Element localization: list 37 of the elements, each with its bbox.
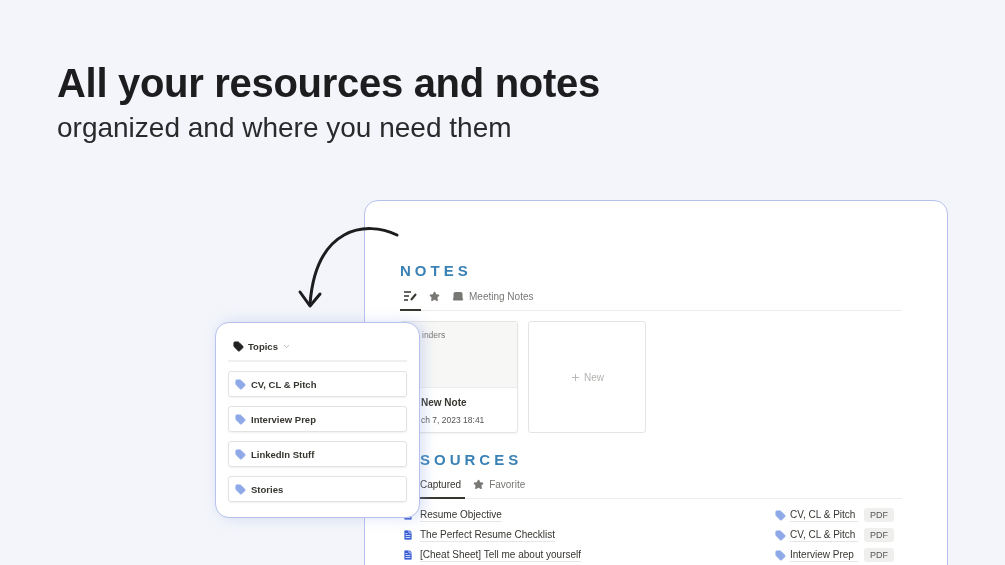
tag-icon bbox=[775, 529, 786, 541]
tag-icon bbox=[235, 448, 246, 460]
popover-title: Topics bbox=[248, 341, 278, 352]
tag-icon bbox=[233, 341, 244, 352]
headline: All your resources and notes bbox=[57, 60, 601, 107]
resource-title[interactable]: [Cheat Sheet] Tell me about yourself bbox=[420, 548, 582, 562]
plus-icon bbox=[570, 371, 581, 383]
resource-title[interactable]: The Perfect Resume Checklist bbox=[420, 528, 556, 542]
topic-item[interactable]: Interview Prep bbox=[228, 406, 407, 432]
laptop-icon bbox=[452, 290, 464, 302]
tab[interactable]: Meeting Notes bbox=[448, 284, 538, 311]
tag-icon bbox=[235, 413, 246, 425]
subheadline: organized and where you need them bbox=[57, 111, 513, 145]
tab[interactable]: Favorite bbox=[469, 473, 530, 499]
card-date: ch 7, 2023 18:41 bbox=[421, 415, 486, 425]
topic-item[interactable]: Stories bbox=[228, 476, 407, 502]
section-title: NOTES bbox=[400, 262, 473, 280]
format-tag: PDF bbox=[864, 508, 894, 522]
resource-title[interactable]: Resume Objective bbox=[420, 508, 502, 522]
format-tag: PDF bbox=[864, 528, 894, 542]
topic-label: CV, CL & Pitch bbox=[790, 528, 858, 542]
tag-icon bbox=[235, 483, 246, 495]
topic-item[interactable]: CV, CL & Pitch bbox=[228, 371, 407, 397]
section-title: SOURCES bbox=[419, 451, 524, 469]
format-tag: PDF bbox=[864, 548, 894, 562]
chevron-icon bbox=[281, 342, 291, 351]
star-icon bbox=[473, 479, 485, 490]
tag-icon bbox=[775, 509, 786, 521]
card-cover-label: inders bbox=[422, 330, 446, 340]
topic-item[interactable]: LinkedIn Stuff bbox=[228, 441, 407, 467]
topic-label: CV, CL & Pitch bbox=[790, 508, 858, 522]
tag-icon bbox=[775, 549, 786, 561]
card-title: New Note bbox=[421, 397, 468, 408]
tag-icon bbox=[235, 378, 246, 390]
list-edit-icon bbox=[404, 291, 417, 301]
star-icon bbox=[429, 290, 440, 302]
topic-label: Interview Prep bbox=[790, 548, 858, 562]
